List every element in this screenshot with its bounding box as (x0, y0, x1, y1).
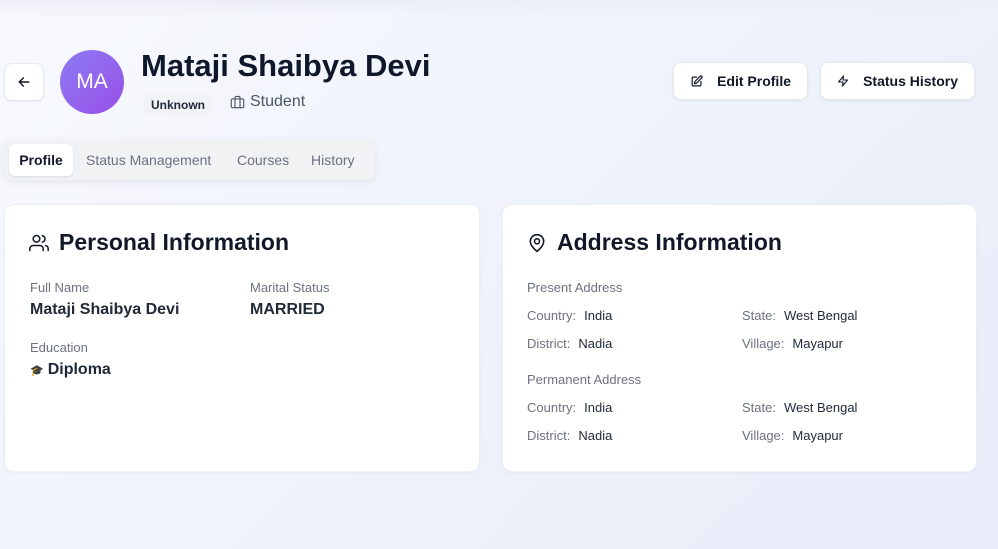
permanent-country: Country: India (527, 400, 612, 415)
permanent-state-label: State: (742, 400, 776, 415)
personal-information-heading: Personal Information (29, 229, 289, 256)
address-information-heading: Address Information (527, 229, 782, 256)
present-state: State: West Bengal (742, 308, 857, 323)
permanent-village-value: Mayapur (792, 428, 843, 443)
marital-status-label: Marital Status (250, 280, 330, 295)
present-address-heading: Present Address (527, 280, 623, 295)
marital-status-value: MARRIED (250, 301, 325, 318)
tab-bar: Profile Status Management Courses Histor… (4, 140, 375, 180)
avatar: MA (60, 50, 124, 114)
permanent-country-label: Country: (527, 400, 577, 415)
present-district: District: Nadia (527, 336, 612, 351)
users-icon (29, 234, 49, 251)
status-history-button[interactable]: Status History (820, 62, 975, 100)
map-pin-icon (529, 233, 545, 252)
education-value: 🎓 Diploma (30, 361, 111, 379)
present-district-value: Nadia (578, 336, 613, 351)
page-title: Mataji Shaibya Devi (141, 48, 431, 83)
present-village-value: Mayapur (792, 336, 843, 351)
personal-information-card: Personal Information Full Name Mataji Sh… (4, 204, 480, 472)
present-country: Country: India (527, 308, 612, 323)
tab-profile[interactable]: Profile (9, 144, 73, 176)
graduation-cap-icon: 🎓 (30, 364, 44, 377)
status-badge: Unknown (143, 94, 213, 115)
permanent-district-label: District: (527, 428, 571, 443)
present-state-label: State: (742, 308, 776, 323)
permanent-district: District: Nadia (527, 428, 612, 443)
back-button[interactable] (4, 63, 44, 101)
permanent-village-label: Village: (742, 428, 785, 443)
edit-icon (691, 74, 703, 86)
status-history-label: Status History (863, 73, 958, 89)
personal-information-title: Personal Information (59, 229, 290, 255)
permanent-village: Village: Mayapur (742, 428, 843, 443)
address-information-card: Address Information Present Address Coun… (502, 204, 977, 472)
arrow-left-icon (18, 77, 30, 87)
full-name-label: Full Name (30, 280, 90, 295)
present-country-label: Country: (527, 308, 577, 323)
present-district-label: District: (527, 336, 571, 351)
present-state-value: West Bengal (783, 308, 858, 323)
permanent-country-value: India (584, 400, 613, 415)
education-text: Diploma (47, 361, 111, 378)
tab-history[interactable]: History (311, 144, 355, 176)
education-label: Education (30, 340, 88, 355)
avatar-initials: MA (76, 70, 108, 93)
full-name-value: Mataji Shaibya Devi (30, 301, 180, 318)
lightning-icon (837, 75, 849, 87)
edit-profile-label: Edit Profile (717, 73, 791, 89)
permanent-state: State: West Bengal (742, 400, 857, 415)
present-village-label: Village: (742, 336, 785, 351)
present-country-value: India (584, 308, 613, 323)
permanent-state-value: West Bengal (783, 400, 858, 415)
briefcase-icon (230, 95, 245, 109)
permanent-address-heading: Permanent Address (527, 372, 642, 387)
address-information-title: Address Information (557, 229, 782, 255)
tab-courses[interactable]: Courses (237, 144, 289, 176)
role-label: Student (230, 93, 305, 111)
permanent-district-value: Nadia (578, 428, 613, 443)
role-text: Student (250, 93, 306, 110)
present-village: Village: Mayapur (742, 336, 843, 351)
edit-profile-button[interactable]: Edit Profile (673, 62, 808, 100)
top-shadow (0, 0, 998, 18)
tab-status-management[interactable]: Status Management (86, 144, 211, 176)
